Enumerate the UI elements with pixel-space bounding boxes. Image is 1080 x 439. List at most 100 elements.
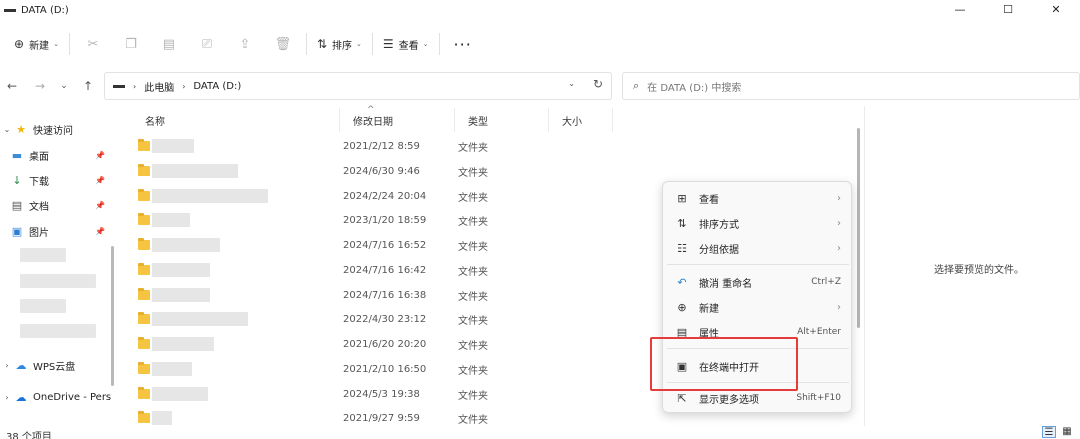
table-row[interactable]: 2021/9/27 9:59 文件夹 [132, 406, 552, 430]
command-bar: ⊕ 新建 ⌄ ✂ ❐ ▤ ⎚ ⇪ 🗑 ⇅ 排序 ⌄ ☰ 查看 ⌄ ··· [0, 26, 1080, 62]
blurred-item [20, 248, 66, 262]
file-type: 文件夹 [458, 390, 488, 402]
shortcut-label: Shift+F10 [796, 393, 841, 403]
up-button[interactable]: ↑ [78, 76, 98, 96]
maximize-button[interactable]: ☐ [984, 0, 1032, 18]
sidebar-item-label: 桌面 [29, 151, 49, 163]
sidebar-item-label: 图片 [29, 227, 49, 239]
search-placeholder: 在 DATA (D:) 中搜索 [647, 82, 742, 94]
sidebar-item-onedrive[interactable]: › ☁ OneDrive - Pers [0, 386, 111, 408]
rename-icon: ⎚ [201, 36, 213, 52]
copy-icon: ❐ [125, 36, 137, 52]
menu-item-sort-by[interactable]: ⇅ 排序方式 › [667, 211, 849, 235]
sidebar-item-label: 文档 [29, 201, 49, 213]
delete-button[interactable]: 🗑 [264, 30, 302, 58]
group-icon: ☷ [677, 241, 687, 255]
minimize-button[interactable]: — [936, 0, 984, 18]
more-options-button[interactable]: ··· [444, 35, 482, 54]
download-icon: ↓ [12, 173, 22, 187]
column-header-name[interactable]: 名称 [132, 108, 340, 132]
paste-button[interactable]: ▤ [150, 30, 188, 58]
share-button[interactable]: ⇪ [226, 30, 264, 58]
sidebar-item-documents[interactable]: ▤ 文档 [10, 194, 49, 216]
sort-button[interactable]: ⇅ 排序 ⌄ [311, 30, 368, 58]
file-type: 文件夹 [458, 241, 488, 253]
close-button[interactable]: ✕ [1032, 0, 1080, 18]
file-date: 2024/2/24 20:04 [343, 190, 427, 202]
breadcrumb-drive[interactable]: DATA (D:) [193, 81, 241, 92]
table-row[interactable]: 2021/2/12 8:59 文件夹 [132, 134, 552, 158]
sidebar-scrollbar[interactable] [111, 246, 114, 386]
file-date: 2024/7/16 16:38 [343, 289, 427, 301]
chevron-right-icon: › [5, 360, 9, 370]
highlight-box [650, 337, 798, 391]
file-type: 文件夹 [458, 266, 488, 278]
table-row[interactable]: 2024/7/16 16:52 文件夹 [132, 233, 552, 257]
recent-locations-button[interactable]: ⌄ [54, 76, 74, 96]
plus-circle-icon: ⊕ [14, 37, 25, 51]
new-button[interactable]: ⊕ 新建 ⌄ [8, 30, 65, 58]
file-list-scrollbar[interactable] [857, 128, 860, 328]
view-button[interactable]: ☰ 查看 ⌄ [377, 30, 435, 58]
trash-icon: 🗑 [274, 36, 292, 52]
table-row[interactable]: 2022/4/30 23:12 文件夹 [132, 307, 552, 331]
column-header-type[interactable]: 类型 [455, 108, 549, 132]
table-row[interactable]: 2024/7/16 16:42 文件夹 [132, 258, 552, 282]
address-row: ← → ⌄ ↑ › 此电脑 › DATA (D:) ⌄ ↻ ⌕ 在 DATA (… [0, 72, 1080, 100]
chevron-right-icon: › [837, 242, 841, 254]
menu-item-group-by[interactable]: ☷ 分组依据 › [667, 236, 849, 260]
table-row[interactable]: 2023/1/20 18:59 文件夹 [132, 208, 552, 232]
table-row[interactable]: 2024/5/3 19:38 文件夹 [132, 382, 552, 406]
menu-item-view[interactable]: ⊞ 查看 › [667, 186, 849, 210]
sidebar-item-downloads[interactable]: ↓ 下载 [10, 169, 49, 191]
chevron-down-icon: ⌄ [356, 40, 362, 48]
folder-icon [138, 164, 150, 176]
address-bar[interactable]: › 此电脑 › DATA (D:) ⌄ ↻ [104, 72, 612, 100]
back-button[interactable]: ← [2, 76, 22, 96]
document-icon: ▤ [11, 198, 23, 212]
file-date: 2021/2/12 8:59 [343, 140, 420, 152]
window-title: DATA (D:) [21, 4, 69, 16]
rename-button[interactable]: ⎚ [188, 30, 226, 58]
table-row[interactable]: 2024/6/30 9:46 文件夹 [132, 159, 552, 183]
table-row[interactable]: 2024/2/24 20:04 文件夹 [132, 184, 552, 208]
table-row[interactable]: 2024/7/16 16:38 文件夹 [132, 283, 552, 307]
sort-label: 排序 [332, 40, 352, 52]
sidebar-item-pictures[interactable]: ▣ 图片 [10, 220, 49, 242]
sidebar-item-desktop[interactable]: ▬ 桌面 [10, 144, 49, 166]
search-box[interactable]: ⌕ 在 DATA (D:) 中搜索 [622, 72, 1080, 100]
table-row[interactable]: 2021/6/20 20:20 文件夹 [132, 332, 552, 356]
forward-button[interactable]: → [30, 76, 50, 96]
file-name [152, 387, 208, 401]
breadcrumb-this-pc[interactable]: 此电脑 [144, 79, 174, 94]
file-name [152, 139, 194, 153]
column-header-size[interactable]: 大小 [549, 108, 613, 132]
item-count: 38 个项目 [6, 432, 52, 439]
new-label: 新建 [29, 40, 50, 52]
table-row[interactable]: 2021/2/10 16:50 文件夹 [132, 357, 552, 381]
copy-button[interactable]: ❐ [112, 30, 150, 58]
toolbar-divider [68, 33, 70, 55]
file-name [152, 263, 210, 277]
details-view-icon[interactable]: ☰ [1042, 426, 1056, 438]
search-icon: ⌕ [633, 79, 640, 92]
menu-item-label: 排序方式 [699, 219, 739, 231]
view-label: 查看 [398, 40, 419, 52]
refresh-icon[interactable]: ↻ [593, 77, 603, 91]
plus-circle-icon: ⊕ [677, 300, 687, 314]
chevron-right-icon: › [133, 81, 137, 91]
column-header-modified[interactable]: 修改日期 [340, 108, 455, 132]
folder-icon [138, 238, 150, 250]
sidebar-item-quick-access[interactable]: ⌄ ★ 快速访问 [0, 118, 73, 140]
sidebar-item-wps[interactable]: › ☁ WPS云盘 [0, 354, 75, 376]
file-name [152, 411, 172, 425]
chevron-down-icon: ⌄ [53, 40, 59, 48]
chevron-down-icon[interactable]: ⌄ [568, 79, 575, 88]
cut-button[interactable]: ✂ [74, 30, 112, 58]
menu-item-undo-rename[interactable]: ↶ 撤消 重命名 Ctrl+Z [667, 270, 849, 294]
blurred-item [20, 299, 66, 313]
sidebar-item-label: WPS云盘 [33, 361, 76, 373]
folder-icon [138, 288, 150, 300]
tiles-view-icon[interactable]: ▦ [1060, 426, 1074, 438]
menu-item-new[interactable]: ⊕ 新建 › [667, 295, 849, 319]
